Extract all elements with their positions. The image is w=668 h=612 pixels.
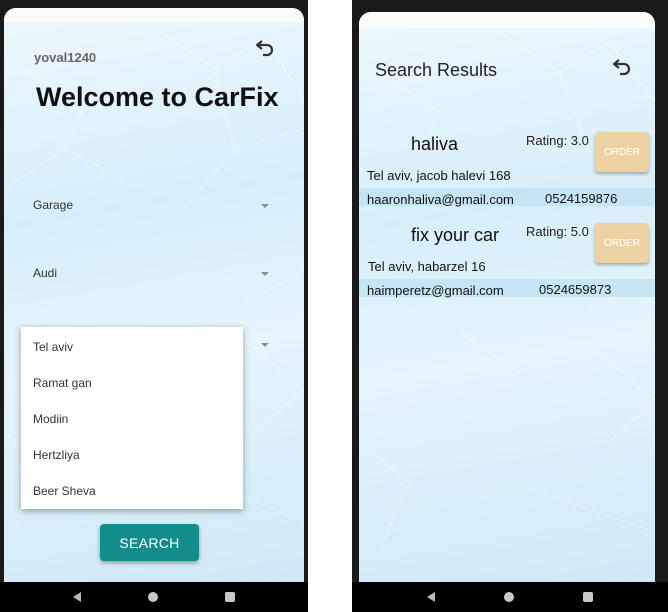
garage-email: haaronhaliva@gmail.com bbox=[367, 192, 514, 207]
nav-recent-icon[interactable] bbox=[583, 592, 594, 602]
nav-home-icon[interactable] bbox=[147, 592, 158, 602]
chevron-down-icon bbox=[261, 343, 269, 347]
nav-back-icon[interactable] bbox=[73, 592, 82, 602]
garage-email: haimperetz@gmail.com bbox=[367, 283, 504, 298]
brand-spinner-value: Audi bbox=[33, 266, 58, 280]
garage-rating: Rating: 5.0 bbox=[526, 224, 589, 239]
result-card[interactable]: fix your car Rating: 5.0 ORDER Tel aviv,… bbox=[359, 215, 655, 303]
page-title: Search Results bbox=[375, 60, 498, 80]
brand-spinner[interactable]: Audi bbox=[33, 262, 273, 286]
garage-address: Tel aviv, habarzel 16 bbox=[368, 259, 486, 274]
garage-phone: 0524659873 bbox=[539, 282, 612, 297]
garage-name: haliva bbox=[411, 134, 459, 154]
nav-back-icon[interactable] bbox=[426, 592, 435, 602]
order-button[interactable]: ORDER bbox=[595, 132, 649, 172]
undo-back-icon[interactable] bbox=[254, 38, 276, 58]
username: yoval1240 bbox=[34, 50, 97, 65]
nav-home-icon[interactable] bbox=[503, 592, 514, 602]
garage-rating: Rating: 3.0 bbox=[526, 133, 589, 148]
page-title: Welcome to CarFix bbox=[36, 82, 279, 112]
system-nav-bar bbox=[0, 582, 308, 612]
garage-phone: 0524159876 bbox=[545, 191, 618, 206]
system-nav-bar bbox=[352, 582, 668, 612]
undo-back-icon[interactable] bbox=[611, 57, 633, 77]
results-screen: Search Results haliva Rating: 3.0 ORDER … bbox=[359, 12, 655, 582]
search-screen: yoval1240 Welcome to CarFix Garage Audi … bbox=[4, 8, 304, 582]
category-spinner[interactable]: Garage bbox=[33, 194, 273, 218]
dropdown-option[interactable]: Beer Sheva bbox=[33, 484, 96, 498]
phone-right: Search Results haliva Rating: 3.0 ORDER … bbox=[352, 0, 668, 612]
phone-left: yoval1240 Welcome to CarFix Garage Audi … bbox=[0, 0, 308, 612]
dropdown-option[interactable]: Tel aviv bbox=[33, 340, 73, 354]
dropdown-option[interactable]: Modiin bbox=[33, 412, 68, 426]
city-dropdown-list: Tel aviv Ramat gan Modiin Hertzliya Beer… bbox=[21, 327, 243, 509]
garage-address: Tel aviv, jacob halevi 168 bbox=[367, 168, 511, 183]
dropdown-option[interactable]: Hertzliya bbox=[33, 448, 80, 462]
result-card[interactable]: haliva Rating: 3.0 ORDER Tel aviv, jacob… bbox=[359, 124, 655, 212]
chevron-down-icon bbox=[261, 272, 269, 276]
status-bar bbox=[359, 12, 655, 28]
order-button[interactable]: ORDER bbox=[595, 223, 649, 263]
category-spinner-value: Garage bbox=[33, 198, 74, 212]
search-button[interactable]: SEARCH bbox=[100, 524, 199, 561]
status-bar bbox=[4, 8, 304, 22]
nav-recent-icon[interactable] bbox=[224, 592, 235, 602]
garage-name: fix your car bbox=[411, 225, 500, 245]
chevron-down-icon bbox=[261, 204, 269, 208]
dropdown-option[interactable]: Ramat gan bbox=[33, 376, 92, 390]
